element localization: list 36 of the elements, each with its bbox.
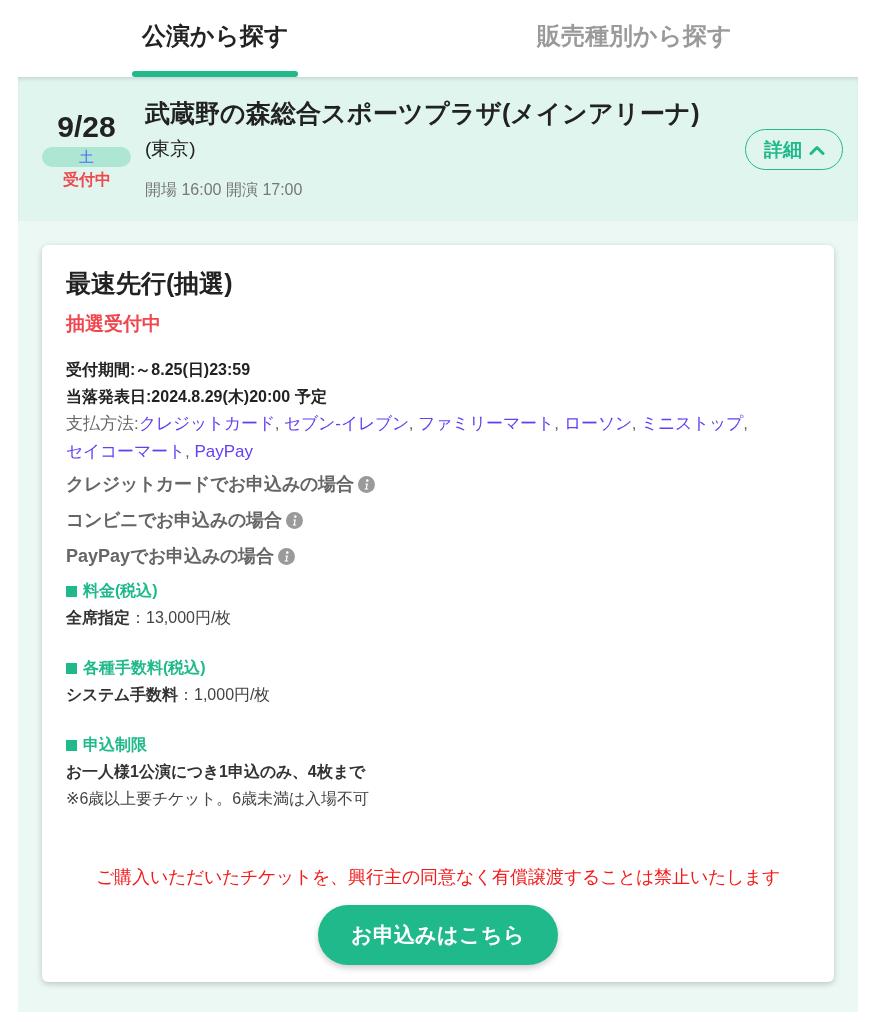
payment-guide-toggle[interactable]: PayPayでお申込みの場合: [66, 538, 296, 574]
square-bullet-icon: [66, 585, 77, 597]
lottery-status: 抽選受付中: [66, 312, 162, 336]
resale-notice: ご購入いただいたチケットを、興行主の同意なく有償譲渡することは禁止いたします: [95, 866, 781, 889]
payment-methods-text: 支払方法:クレジットカード, セブン-イレブン, ファミリーマート, ローソン, ミニストップ, セイコーマート, PayPay: [66, 413, 749, 463]
note-text: ※6歳以上要チケット。6歳未満は入場不可: [66, 789, 371, 809]
payment-method-link[interactable]: ローソン: [563, 414, 632, 433]
event-date: 9/28: [57, 110, 116, 144]
sale-status: 受付中: [62, 170, 111, 190]
sale-title: 最速先行(抽選): [66, 268, 234, 299]
payment-method-link[interactable]: セイコーマート: [66, 442, 185, 461]
limit-text: お一人様1公演につき1申込のみ、4枚まで: [66, 762, 367, 782]
announcement-date: 当落発表日:2024.8.29(木)20:00 予定: [66, 387, 328, 407]
payment-method-link[interactable]: ファミリーマート: [418, 414, 555, 433]
venue-name: 武蔵野の森総合スポーツプラザ(メインアリーナ): [145, 98, 701, 129]
payment-method-link[interactable]: クレジットカード: [138, 414, 275, 433]
payment-method-link[interactable]: PayPay: [194, 442, 254, 461]
event-times: 開場 16:00 開演 17:00: [145, 180, 304, 200]
section-heading: 申込制限: [83, 734, 147, 755]
fee-text: 全席指定：13,000円/枚: [66, 608, 233, 628]
payment-method-link[interactable]: ミニストップ: [641, 414, 744, 433]
weekday-label: 土: [42, 147, 131, 167]
payment-guide-toggle[interactable]: コンビニでお申込みの場合: [66, 502, 303, 538]
tab[interactable]: 公演から探す: [18, 0, 412, 77]
venue-area: (東京): [145, 135, 745, 163]
section-heading: 料金(税込): [83, 580, 158, 601]
application-period: 受付期間:～8.25(日)23:59: [66, 360, 252, 380]
square-bullet-icon: [66, 739, 77, 751]
fee-text: システム手数料：1,000円/枚: [66, 685, 272, 705]
payment-guide-toggle[interactable]: クレジットカードでお申込みの場合: [66, 466, 375, 502]
info-icon: [286, 511, 303, 529]
square-bullet-icon: [66, 662, 77, 674]
info-icon: [278, 547, 296, 565]
section-heading: 各種手数料(税込): [83, 657, 206, 678]
payment-method-link[interactable]: セブン-イレブン: [284, 414, 409, 433]
info-icon: [358, 475, 375, 493]
